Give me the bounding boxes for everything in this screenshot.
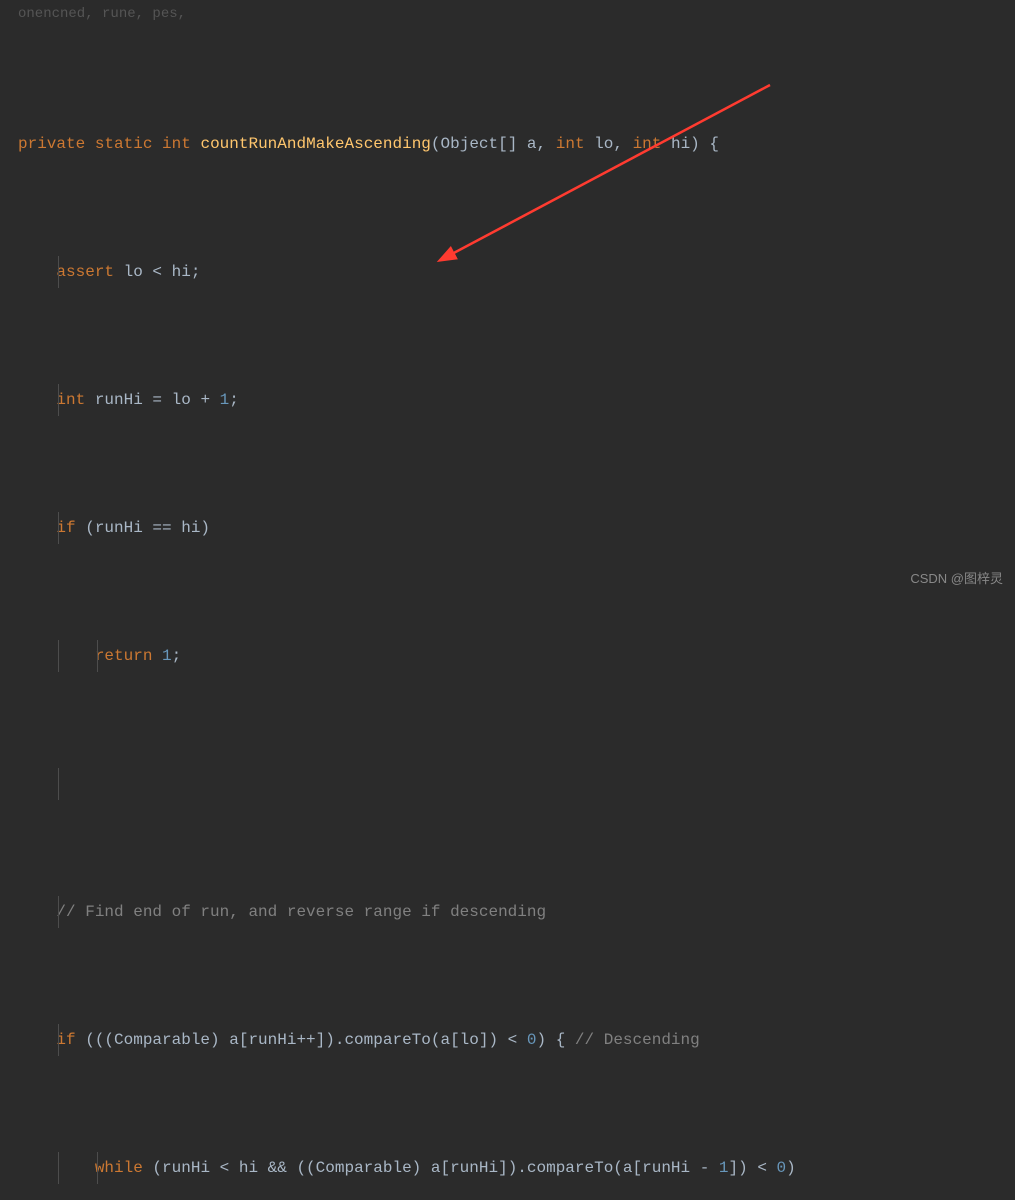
code-line: // Find end of run, and reverse range if… <box>0 896 1015 928</box>
code-line: if (((Comparable) a[runHi++]).compareTo(… <box>0 1024 1015 1056</box>
code-editor[interactable]: onencned, rune, pes, private static int … <box>0 0 1015 1200</box>
code-line: assert lo < hi; <box>0 256 1015 288</box>
code-line: return 1; <box>0 640 1015 672</box>
code-line: while (runHi < hi && ((Comparable) a[run… <box>0 1152 1015 1184</box>
code-line: if (runHi == hi) <box>0 512 1015 544</box>
csdn-watermark: CSDN @图梓灵 <box>910 566 1003 592</box>
top-faded-text: onencned, rune, pes, <box>18 0 186 28</box>
code-line-blank <box>0 768 1015 800</box>
code-line: int runHi = lo + 1; <box>0 384 1015 416</box>
code-line: private static int countRunAndMakeAscend… <box>0 128 1015 160</box>
